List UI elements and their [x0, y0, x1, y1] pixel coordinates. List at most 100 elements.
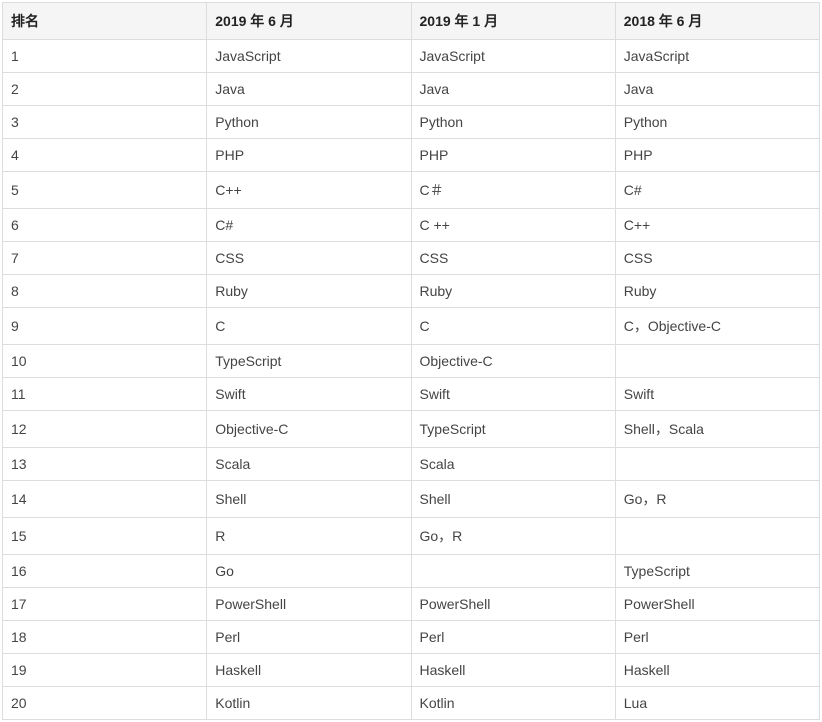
cell-value: PHP [207, 139, 411, 172]
cell-value: C [411, 308, 615, 345]
cell-value: Ruby [615, 275, 819, 308]
table-row: 8RubyRubyRuby [3, 275, 820, 308]
cell-value: C++ [615, 209, 819, 242]
header-period-1: 2019 年 6 月 [207, 3, 411, 40]
cell-rank: 14 [3, 481, 207, 518]
table-row: 2JavaJavaJava [3, 73, 820, 106]
table-row: 18PerlPerlPerl [3, 621, 820, 654]
cell-value: Java [207, 73, 411, 106]
cell-value: Perl [411, 621, 615, 654]
cell-value: Objective-C [411, 345, 615, 378]
cell-value: CSS [207, 242, 411, 275]
cell-value: R [207, 518, 411, 555]
table-row: 7CSSCSSCSS [3, 242, 820, 275]
cell-value [615, 345, 819, 378]
table-row: 12Objective-CTypeScriptShell，Scala [3, 411, 820, 448]
table-row: 1JavaScriptJavaScriptJavaScript [3, 40, 820, 73]
cell-value: Kotlin [207, 687, 411, 720]
cell-value: Shell [411, 481, 615, 518]
cell-rank: 3 [3, 106, 207, 139]
table-row: 4PHPPHPPHP [3, 139, 820, 172]
cell-rank: 13 [3, 448, 207, 481]
header-period-3: 2018 年 6 月 [615, 3, 819, 40]
cell-rank: 10 [3, 345, 207, 378]
table-row: 5C++C＃C# [3, 172, 820, 209]
cell-rank: 7 [3, 242, 207, 275]
cell-value: C++ [207, 172, 411, 209]
cell-value: Java [411, 73, 615, 106]
cell-rank: 8 [3, 275, 207, 308]
cell-value: Objective-C [207, 411, 411, 448]
cell-value: Java [615, 73, 819, 106]
cell-value: Haskell [207, 654, 411, 687]
cell-value: Go，R [411, 518, 615, 555]
header-period-2: 2019 年 1 月 [411, 3, 615, 40]
cell-value: PowerShell [615, 588, 819, 621]
table-row: 17PowerShellPowerShellPowerShell [3, 588, 820, 621]
cell-value: TypeScript [207, 345, 411, 378]
cell-value: PowerShell [207, 588, 411, 621]
cell-value [411, 555, 615, 588]
cell-value: C# [615, 172, 819, 209]
cell-rank: 16 [3, 555, 207, 588]
cell-value: Ruby [411, 275, 615, 308]
cell-value: Scala [207, 448, 411, 481]
cell-value: Shell，Scala [615, 411, 819, 448]
cell-value: Swift [411, 378, 615, 411]
cell-value: Python [411, 106, 615, 139]
table-row: 6C#C ++C++ [3, 209, 820, 242]
table-row: 10TypeScriptObjective-C [3, 345, 820, 378]
cell-rank: 20 [3, 687, 207, 720]
cell-value: C ++ [411, 209, 615, 242]
cell-value: Lua [615, 687, 819, 720]
cell-value: Perl [615, 621, 819, 654]
cell-value: JavaScript [207, 40, 411, 73]
cell-value: C＃ [411, 172, 615, 209]
cell-rank: 4 [3, 139, 207, 172]
cell-value: CSS [615, 242, 819, 275]
cell-value: TypeScript [411, 411, 615, 448]
table-row: 19HaskellHaskellHaskell [3, 654, 820, 687]
ranking-table: 排名 2019 年 6 月 2019 年 1 月 2018 年 6 月 1Jav… [2, 2, 820, 720]
cell-rank: 2 [3, 73, 207, 106]
cell-rank: 18 [3, 621, 207, 654]
cell-value: TypeScript [615, 555, 819, 588]
table-body: 1JavaScriptJavaScriptJavaScript 2JavaJav… [3, 40, 820, 720]
cell-rank: 17 [3, 588, 207, 621]
cell-rank: 1 [3, 40, 207, 73]
cell-value: Go [207, 555, 411, 588]
cell-value: Swift [207, 378, 411, 411]
cell-rank: 19 [3, 654, 207, 687]
table-row: 15RGo，R [3, 518, 820, 555]
table-header-row: 排名 2019 年 6 月 2019 年 1 月 2018 年 6 月 [3, 3, 820, 40]
table-row: 14ShellShellGo，R [3, 481, 820, 518]
cell-rank: 11 [3, 378, 207, 411]
cell-rank: 6 [3, 209, 207, 242]
cell-value [615, 448, 819, 481]
cell-value: Python [207, 106, 411, 139]
cell-value: Perl [207, 621, 411, 654]
cell-value: JavaScript [411, 40, 615, 73]
cell-value: Haskell [615, 654, 819, 687]
table-row: 13ScalaScala [3, 448, 820, 481]
table-row: 16Go TypeScript [3, 555, 820, 588]
cell-value: PowerShell [411, 588, 615, 621]
table-row: 9CCC，Objective-C [3, 308, 820, 345]
table-row: 11SwiftSwiftSwift [3, 378, 820, 411]
cell-rank: 15 [3, 518, 207, 555]
header-rank: 排名 [3, 3, 207, 40]
table-row: 3PythonPythonPython [3, 106, 820, 139]
cell-value: Go，R [615, 481, 819, 518]
cell-rank: 12 [3, 411, 207, 448]
cell-value: Shell [207, 481, 411, 518]
cell-value: C# [207, 209, 411, 242]
table-row: 20KotlinKotlinLua [3, 687, 820, 720]
cell-value: Ruby [207, 275, 411, 308]
cell-value: Kotlin [411, 687, 615, 720]
cell-rank: 5 [3, 172, 207, 209]
cell-value: Swift [615, 378, 819, 411]
cell-rank: 9 [3, 308, 207, 345]
cell-value: PHP [411, 139, 615, 172]
cell-value: C [207, 308, 411, 345]
cell-value [615, 518, 819, 555]
